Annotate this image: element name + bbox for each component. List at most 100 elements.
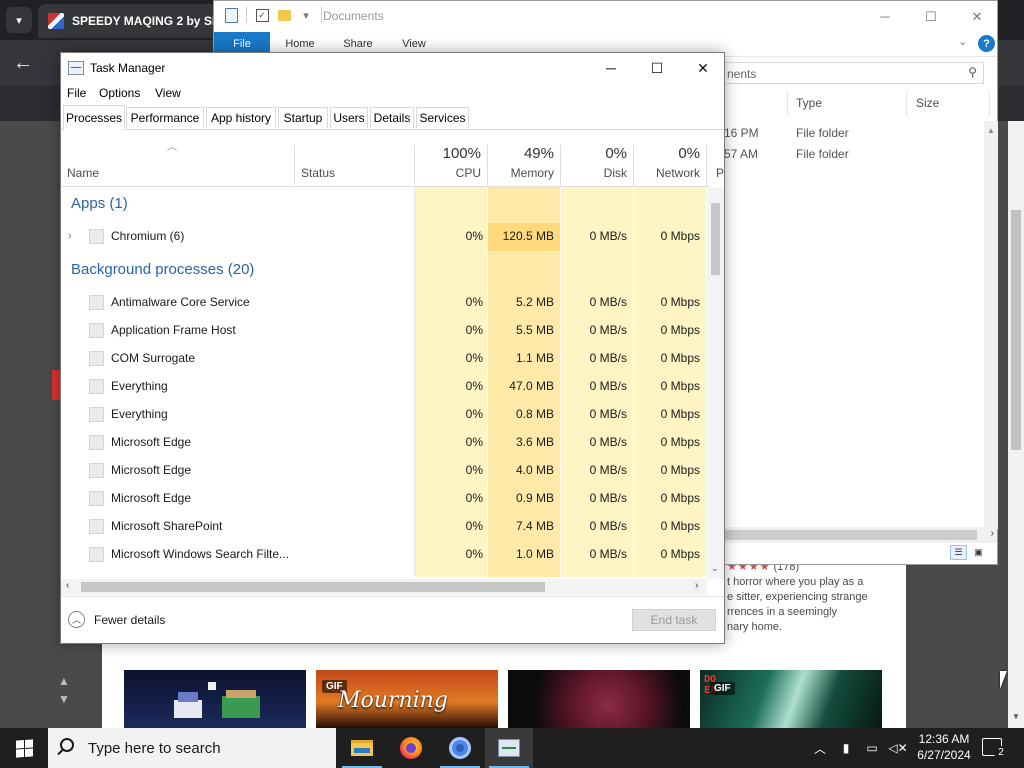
column-header-disk[interactable]: Disk (561, 166, 627, 180)
process-list-vertical-scrollbar[interactable]: ⌄ (707, 187, 724, 579)
expand-ribbon-icon[interactable]: ⌄ (958, 35, 967, 48)
taskbar-app-chromium[interactable] (436, 728, 484, 768)
taskbar-app-task-manager[interactable] (485, 728, 533, 768)
volume-muted-icon[interactable]: ◁✕ (888, 740, 907, 756)
column-header-network[interactable]: Network (634, 166, 700, 180)
properties-icon[interactable] (224, 7, 238, 23)
group-header-background[interactable]: Background processes (20) (61, 255, 707, 283)
expand-chevron-icon[interactable]: › (68, 230, 72, 242)
tab-search-dropdown-icon[interactable]: ▾ (6, 7, 32, 33)
game-thumbnail[interactable]: GIF Mourning (316, 670, 498, 728)
tab-details[interactable]: Details (370, 107, 414, 128)
explorer-horizontal-scrollbar[interactable]: › (719, 527, 997, 543)
show-hidden-icons-chevron-icon[interactable]: ︿ (812, 740, 828, 756)
column-header-name[interactable]: Name (67, 166, 99, 180)
table-row[interactable]: Microsoft SharePoint 0% 7.4 MB 0 MB/s 0 … (61, 513, 707, 541)
scrollbar-thumb[interactable] (711, 203, 720, 275)
file-date[interactable]: 57 AM (724, 147, 758, 161)
taskbar-search-box[interactable]: Type here to search (48, 728, 336, 768)
column-header-status[interactable]: Status (301, 166, 335, 180)
game-thumbnail[interactable] (124, 670, 306, 728)
collapse-chevron-icon[interactable]: ︿ (68, 611, 85, 628)
process-list-horizontal-scrollbar[interactable]: ‹ › (61, 579, 707, 595)
column-header-power[interactable]: P (716, 166, 724, 180)
tab-startup[interactable]: Startup (278, 107, 328, 128)
tablet-icon[interactable]: ▮ (838, 740, 854, 756)
end-task-button[interactable]: End task (632, 609, 716, 631)
column-header-memory[interactable]: Memory (488, 166, 554, 180)
minimize-icon[interactable]: ─ (588, 53, 634, 83)
table-row[interactable]: › Chromium (6) 0% 120.5 MB 0 MB/s 0 Mbps (61, 223, 707, 251)
scrollbar-thumb[interactable] (81, 582, 545, 592)
table-row[interactable]: Everything 0% 47.0 MB 0 MB/s 0 Mbps (61, 373, 707, 401)
details-view-icon[interactable]: ☰ (950, 545, 967, 560)
checkbox-icon[interactable]: ✓ (255, 7, 269, 23)
table-row[interactable]: Microsoft Edge 0% 0.9 MB 0 MB/s 0 Mbps (61, 485, 707, 513)
tab-app-history[interactable]: App history (206, 107, 276, 128)
maximize-icon[interactable]: ☐ (634, 53, 680, 83)
menu-file[interactable]: File (67, 86, 86, 100)
table-row[interactable]: Everything 0% 0.8 MB 0 MB/s 0 Mbps (61, 401, 707, 429)
file-type[interactable]: File folder (796, 147, 849, 161)
game-thumbnail[interactable] (508, 670, 690, 728)
page-scrollbar-thumb[interactable] (1011, 210, 1021, 450)
file-date[interactable]: 16 PM (724, 126, 759, 140)
scroll-right-arrow-icon[interactable]: › (695, 580, 698, 591)
scroll-down-arrow-icon[interactable]: ⌄ (711, 563, 719, 574)
back-arrow-icon[interactable]: ← (10, 50, 36, 76)
scroll-up-arrow-icon[interactable]: ▲ (987, 126, 995, 135)
search-input[interactable]: nents ⚲ (722, 62, 984, 84)
start-button[interactable] (0, 728, 48, 768)
column-header-size[interactable]: Size (916, 96, 939, 110)
column-divider[interactable] (906, 91, 907, 116)
column-divider[interactable] (414, 145, 415, 185)
close-icon[interactable]: ✕ (680, 53, 726, 83)
tab-processes[interactable]: Processes (63, 105, 125, 130)
column-header-type[interactable]: Type (796, 96, 822, 110)
table-row[interactable]: Antimalware Core Service 0% 5.2 MB 0 MB/… (61, 289, 707, 317)
fewer-details-link[interactable]: Fewer details (94, 613, 165, 627)
new-folder-icon[interactable] (277, 7, 291, 23)
column-divider[interactable] (706, 145, 707, 185)
column-divider[interactable] (787, 91, 788, 116)
customize-dropdown-icon[interactable]: ▾ (299, 7, 313, 23)
group-header-apps[interactable]: Apps (1) (61, 189, 707, 217)
help-icon[interactable]: ? (978, 35, 995, 52)
minimize-icon[interactable]: ─ (862, 1, 908, 32)
game-thumbnail[interactable]: DO EA GIF (700, 670, 882, 728)
memory-usage-percent[interactable]: 49% (488, 145, 554, 162)
column-divider[interactable] (560, 145, 561, 185)
close-icon[interactable]: ✕ (954, 1, 1000, 32)
tab-performance[interactable]: Performance (126, 107, 204, 128)
sort-ascending-icon[interactable]: ︿ (167, 138, 177, 153)
scroll-left-arrow-icon[interactable]: ‹ (66, 580, 69, 591)
scrollbar-thumb[interactable] (719, 530, 977, 540)
table-row[interactable]: Microsoft Windows Search Filte... 0% 1.0… (61, 541, 707, 569)
file-type[interactable]: File folder (796, 126, 849, 140)
network-icon[interactable]: ▭ (864, 740, 880, 756)
table-row[interactable]: Application Frame Host 0% 5.5 MB 0 MB/s … (61, 317, 707, 345)
column-divider[interactable] (294, 145, 295, 185)
column-header-cpu[interactable]: CPU (415, 166, 481, 180)
explorer-vertical-scrollbar[interactable]: ▲ (984, 121, 998, 529)
table-row[interactable]: COM Surrogate 0% 1.1 MB 0 MB/s 0 Mbps (61, 345, 707, 373)
search-icon[interactable]: ⚲ (968, 65, 977, 79)
maximize-icon[interactable]: ☐ (908, 1, 954, 32)
column-divider[interactable] (487, 145, 488, 185)
cpu-usage-percent[interactable]: 100% (415, 145, 481, 162)
browser-tab[interactable]: SPEEDY MAQING 2 by SPE (38, 4, 238, 38)
taskbar-app-file-explorer[interactable] (338, 728, 386, 768)
menu-view[interactable]: View (155, 86, 181, 100)
scroll-right-arrow-icon[interactable]: › (991, 528, 994, 539)
large-icons-view-icon[interactable]: ▣ (970, 545, 987, 560)
tab-services[interactable]: Services (416, 107, 469, 128)
menu-options[interactable]: Options (99, 86, 140, 100)
table-row[interactable]: Microsoft Edge 0% 3.6 MB 0 MB/s 0 Mbps (61, 429, 707, 457)
table-row[interactable]: Microsoft Edge 0% 4.0 MB 0 MB/s 0 Mbps (61, 457, 707, 485)
disk-usage-percent[interactable]: 0% (561, 145, 627, 162)
taskbar-app-firefox[interactable] (387, 728, 435, 768)
column-divider[interactable] (633, 145, 634, 185)
column-divider[interactable] (989, 91, 990, 116)
page-side-arrows-icon[interactable]: ▲ ▼ (58, 672, 70, 708)
tab-users[interactable]: Users (330, 107, 368, 128)
